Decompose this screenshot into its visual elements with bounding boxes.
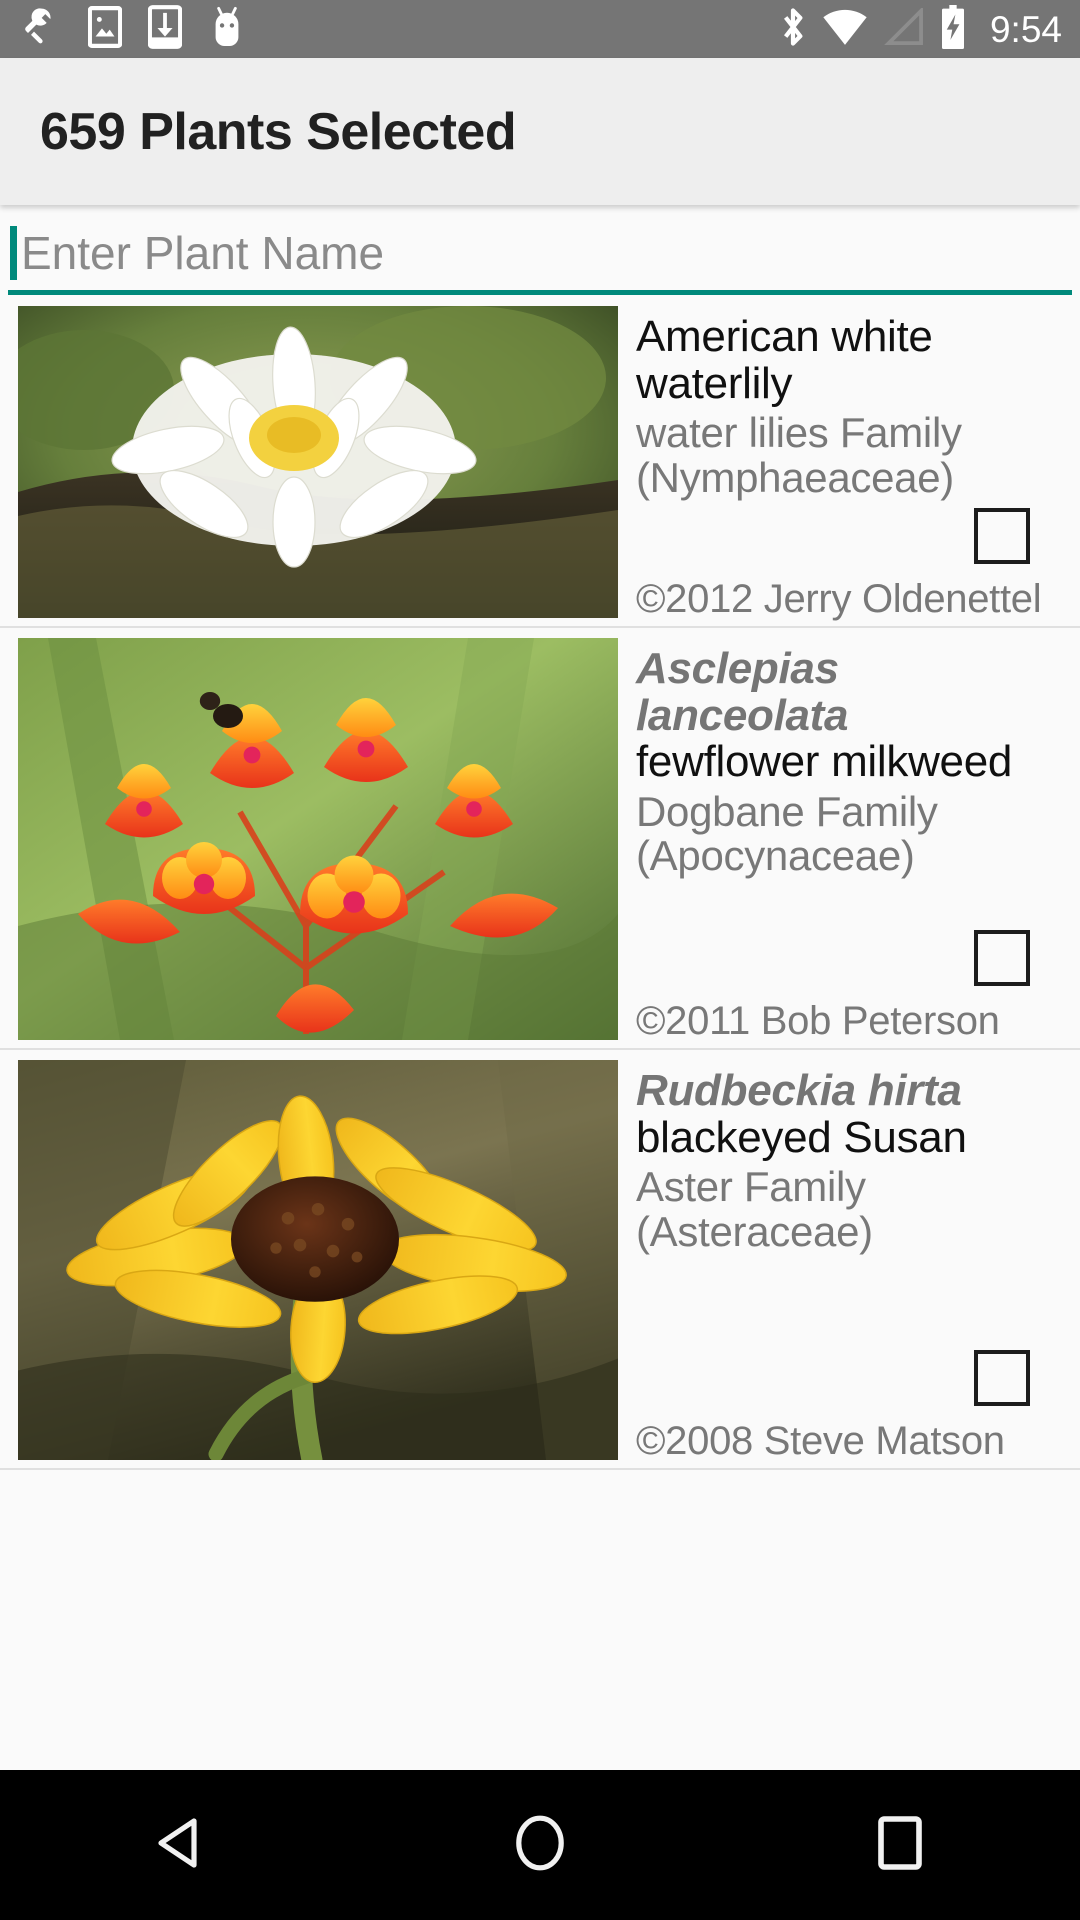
- plant-family: water lilies Family (Nymphaeaceae): [636, 409, 962, 501]
- plant-family: Dogbane Family (Apocynaceae): [636, 787, 938, 880]
- search-input-placeholder: Enter Plant Name: [21, 227, 385, 279]
- status-bar-left-icons: [22, 4, 246, 54]
- plant-family: Aster Family (Asteraceae): [636, 1163, 873, 1255]
- plant-photo-credit: ©2012 Jerry Oldenettel: [636, 577, 1042, 621]
- search-container: Enter Plant Name: [0, 213, 1080, 295]
- text-cursor: [10, 226, 17, 280]
- navigation-bar: [0, 1770, 1080, 1920]
- search-input[interactable]: Enter Plant Name: [10, 217, 1070, 289]
- list-item[interactable]: Asclepias lanceolata fewflower milkweed …: [0, 628, 1080, 1050]
- plant-common-name: blackeyed Susan: [636, 1112, 967, 1162]
- recents-button[interactable]: [720, 1770, 1080, 1920]
- phone-screen: 9:54 659 Plants Selected Enter Plant Nam…: [0, 0, 1080, 1920]
- plant-common-name: American white waterlily: [636, 312, 933, 408]
- back-triangle-icon: [154, 1815, 206, 1876]
- plant-select-checkbox[interactable]: [974, 1350, 1030, 1406]
- app-bar: 659 Plants Selected: [0, 58, 1080, 205]
- wifi-icon: [822, 8, 868, 51]
- status-bar-clock: 9:54: [989, 8, 1062, 50]
- plant-info: American white waterlily water lilies Fa…: [618, 296, 1080, 621]
- plant-thumbnail[interactable]: [18, 638, 618, 1040]
- status-bar: 9:54: [0, 0, 1080, 58]
- status-bar-right-icons: 9:54: [778, 4, 1062, 54]
- list-item[interactable]: American white waterlily water lilies Fa…: [0, 296, 1080, 628]
- plant-info: Rudbeckia hirta blackeyed Susan Aster Fa…: [618, 1050, 1080, 1463]
- android-icon: [208, 6, 246, 53]
- plant-scientific-name: Rudbeckia hirta: [636, 1066, 962, 1115]
- wrench-icon: [22, 7, 62, 52]
- search-input-underline: [8, 290, 1072, 295]
- download-icon: [147, 4, 183, 54]
- plant-thumbnail[interactable]: [18, 1060, 618, 1460]
- bluetooth-icon: [778, 5, 808, 54]
- plant-photo-credit: ©2011 Bob Peterson: [636, 999, 1000, 1043]
- list-item[interactable]: Rudbeckia hirta blackeyed Susan Aster Fa…: [0, 1050, 1080, 1470]
- battery-charging-icon: [938, 4, 968, 54]
- screenshot-icon: [87, 5, 123, 53]
- plant-list[interactable]: American white waterlily water lilies Fa…: [0, 296, 1080, 1771]
- plant-common-name: fewflower milkweed: [636, 737, 1013, 787]
- home-circle-icon: [513, 1813, 567, 1878]
- plant-thumbnail[interactable]: [18, 306, 618, 618]
- plant-select-checkbox[interactable]: [974, 508, 1030, 564]
- plant-info: Asclepias lanceolata fewflower milkweed …: [618, 628, 1080, 1043]
- cellular-signal-icon: [882, 5, 924, 51]
- plant-scientific-name: Asclepias lanceolata: [636, 644, 849, 740]
- back-button[interactable]: [0, 1770, 360, 1920]
- recents-square-icon: [877, 1815, 923, 1876]
- page-title: 659 Plants Selected: [40, 102, 517, 161]
- home-button[interactable]: [360, 1770, 720, 1920]
- plant-photo-credit: ©2008 Steve Matson: [636, 1419, 1005, 1463]
- plant-select-checkbox[interactable]: [974, 930, 1030, 986]
